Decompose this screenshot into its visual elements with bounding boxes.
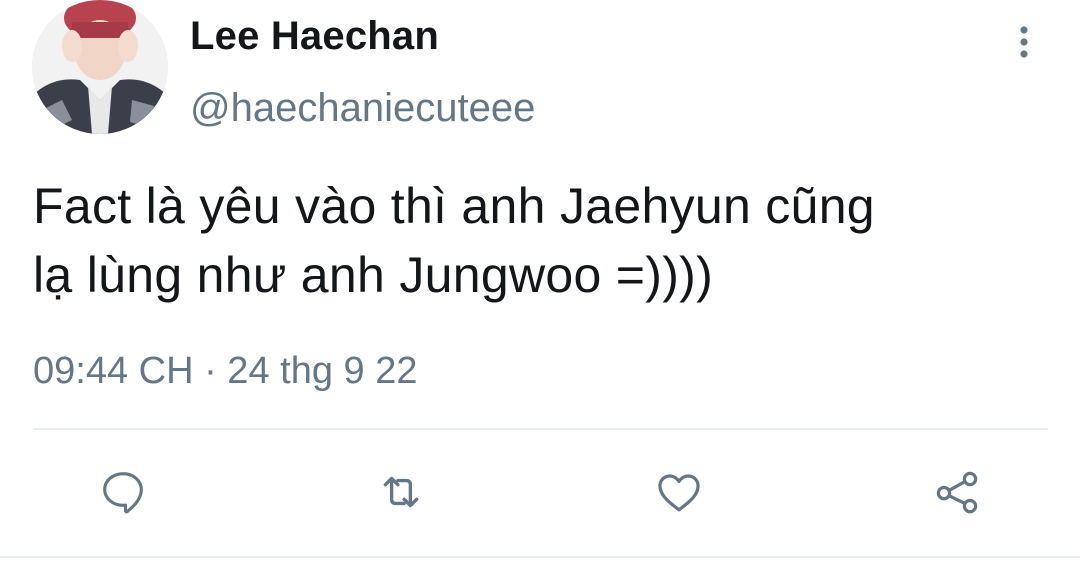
tweet-text: Fact là yêu vào thì anh Jaehyun cũng lạ … [33,172,1043,310]
more-vertical-icon [1020,26,1028,58]
tweet-text-line: lạ lùng như anh Jungwoo =)))) [33,247,714,303]
tweet-text-line: Fact là yêu vào thì anh Jaehyun cũng [33,178,875,234]
more-options-button[interactable] [1004,20,1044,64]
divider [33,428,1048,430]
retweet-icon [383,476,419,508]
user-handle[interactable]: @haechaniecuteee [190,84,535,132]
reply-icon [103,472,143,514]
tweet-actions [0,462,1080,522]
heart-icon [658,474,700,512]
divider [0,556,1080,558]
share-button[interactable] [927,462,987,522]
share-icon [936,471,978,514]
display-name[interactable]: Lee Haechan [190,12,439,60]
tweet-timestamp[interactable]: 09:44 CH · 24 thg 9 22 [33,346,417,396]
reply-button[interactable] [93,462,153,522]
retweet-button[interactable] [371,462,431,522]
tweet-card: Lee Haechan @haechaniecuteee Fact là yêu… [0,0,1080,567]
avatar[interactable] [32,0,168,134]
avatar-photo [32,0,168,134]
like-button[interactable] [649,462,709,522]
